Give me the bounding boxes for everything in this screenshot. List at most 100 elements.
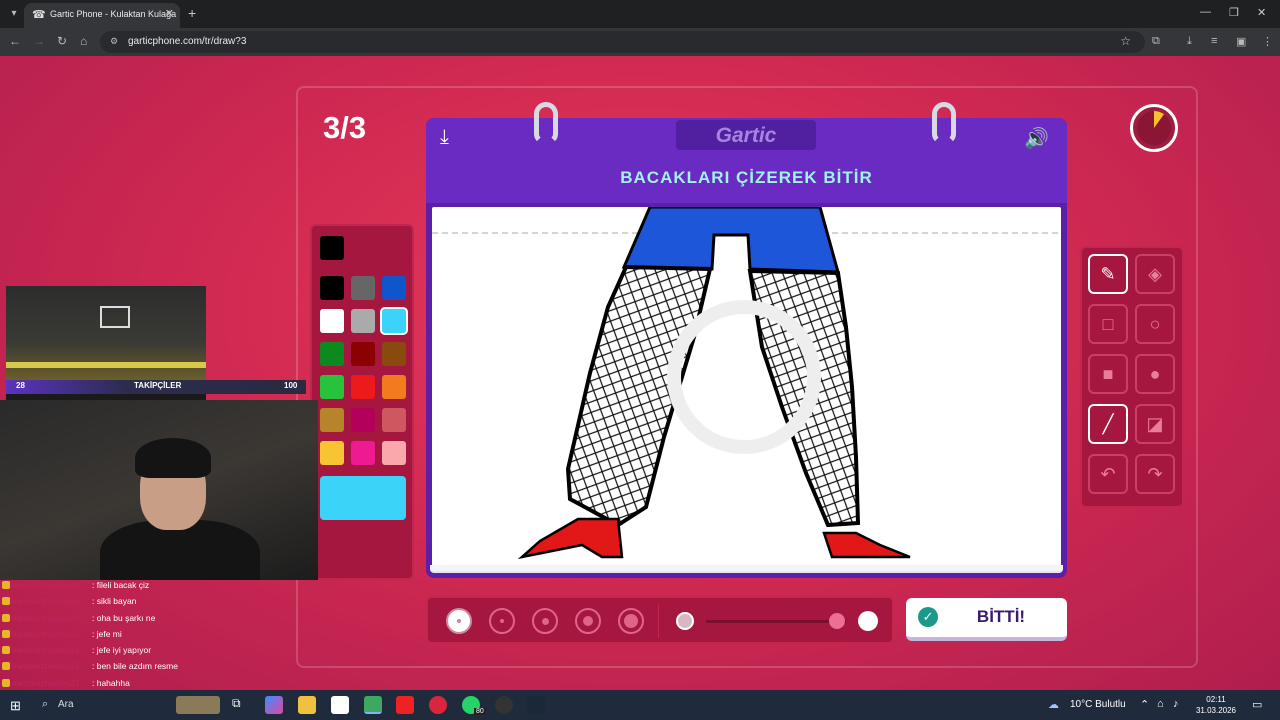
undo-tool[interactable]: ↶ [1088, 454, 1128, 494]
chat-badge-icon [2, 613, 10, 622]
tab-title: Gartic Phone - Kulaktan Kulağa [50, 9, 177, 19]
brush-size-4[interactable] [575, 608, 601, 634]
media-icon[interactable]: ≡ [1211, 35, 1217, 47]
chat-badge-icon [2, 678, 10, 687]
task-view-icon[interactable]: ⧉ [232, 696, 250, 714]
webcam-feed [0, 400, 318, 580]
download-icon[interactable]: ⤓ [1187, 35, 1192, 48]
binder-ring-left [534, 102, 558, 144]
new-tab-icon[interactable]: + [188, 5, 196, 21]
followers-current: 28 [16, 381, 25, 390]
reload-icon[interactable]: ↻ [57, 34, 67, 48]
tray-chevron-icon[interactable]: ⌃ [1140, 698, 1149, 711]
drawing-book: Gartic ⤓ 🔊 BACAKLARI ÇİZEREK BİTİR [426, 102, 1067, 578]
color-swatch[interactable] [320, 408, 344, 432]
browser-toolbar: ← → ↻ ⌂ ⚙ garticphone.com/tr/draw?3 ☆ ⧉ … [0, 28, 1280, 56]
drawing-canvas[interactable] [432, 207, 1061, 567]
gartic-logo: Gartic [715, 124, 777, 147]
line-tool[interactable]: ╱ [1088, 404, 1128, 444]
search-highlight-icon[interactable] [176, 696, 220, 714]
copilot-icon[interactable] [265, 696, 283, 714]
opacity-min-knob[interactable] [676, 612, 694, 630]
browser-tab[interactable]: ☎ Gartic Phone - Kulaktan Kulağa ✕ [24, 3, 180, 28]
color-swatch[interactable] [320, 342, 344, 366]
filled-ellipse-tool[interactable]: ● [1135, 354, 1175, 394]
color-swatch[interactable] [351, 276, 375, 300]
color-swatch[interactable] [380, 307, 408, 335]
chat-badge-icon [2, 662, 10, 671]
undo-icon: ↶ [1100, 463, 1116, 484]
windows-taskbar: ⊞ ⌕ Ara ⧉ 80 ☁ 10°C Bulutlu ⌃ ⌂ ♪ 02:11 … [0, 690, 1280, 720]
opacity-slider-knob[interactable] [829, 613, 845, 629]
chat-text: : oha bu şarkı ne [92, 612, 156, 623]
obs-icon[interactable] [495, 696, 513, 714]
forward-icon[interactable]: → [33, 34, 45, 48]
color-swatch[interactable] [382, 342, 406, 366]
rectangle-tool[interactable]: □ [1088, 304, 1128, 344]
volume-icon[interactable]: ♪ [1173, 698, 1179, 710]
color-swatch[interactable] [351, 309, 375, 333]
profile-icon[interactable]: ▣ [1236, 35, 1246, 48]
color-swatch[interactable] [351, 408, 375, 432]
color-swatch[interactable] [382, 276, 406, 300]
tab-close-icon[interactable]: ✕ [165, 7, 174, 20]
chrome-icon[interactable] [364, 696, 382, 714]
back-icon[interactable]: ← [9, 34, 21, 48]
address-bar[interactable]: ⚙ garticphone.com/tr/draw?3 ☆ [100, 31, 1145, 53]
notifications-icon[interactable]: ▭ [1252, 698, 1262, 711]
pencil-tool[interactable]: ✎ [1088, 254, 1128, 294]
drawing-artwork [432, 207, 1061, 560]
search-icon[interactable]: ⌕ [42, 698, 48, 711]
opacity-slider-track[interactable] [706, 620, 846, 623]
color-swatch[interactable] [351, 375, 375, 399]
followers-label: TAKİPÇİLER [134, 381, 182, 390]
tab-search-chevron-icon[interactable]: ▾ [6, 6, 22, 22]
chat-badge-icon [2, 646, 10, 655]
home-icon[interactable]: ⌂ [80, 34, 87, 48]
redo-tool[interactable]: ↷ [1135, 454, 1175, 494]
whatsapp-badge: 80 [474, 708, 486, 715]
extensions-icon[interactable]: ⧉ [1152, 35, 1160, 48]
network-icon[interactable]: ⌂ [1157, 698, 1164, 710]
follower-goal-bar: 28 TAKİPÇİLER 100 [6, 380, 306, 394]
site-info-icon[interactable]: ⚙ [110, 36, 118, 47]
restore-icon[interactable]: ❐ [1229, 6, 1239, 19]
color-swatch[interactable] [382, 408, 406, 432]
chat-text: : jefe mi [92, 628, 122, 639]
clock[interactable]: 02:11 31.03.2026 [1194, 694, 1238, 716]
chat-message: medmazhomes31: sikli bayan [0, 594, 300, 610]
menu-kebab-icon[interactable]: ⋮ [1262, 35, 1273, 48]
filled-rectangle-tool[interactable]: ■ [1088, 354, 1128, 394]
bookmark-star-icon[interactable]: ☆ [1120, 34, 1131, 48]
color-swatch[interactable] [351, 441, 375, 465]
eraser-tool[interactable]: ◈ [1135, 254, 1175, 294]
done-button[interactable]: ✓ BİTTİ! [906, 598, 1067, 641]
rectangle-filled-icon: ■ [1102, 363, 1114, 384]
youtube-icon[interactable] [396, 696, 414, 714]
brush-size-5[interactable] [618, 608, 644, 634]
ellipse-tool[interactable]: ○ [1135, 304, 1175, 344]
color-swatch[interactable] [382, 375, 406, 399]
brush-size-1[interactable] [446, 608, 472, 634]
color-swatch[interactable] [320, 309, 344, 333]
minimize-icon[interactable]: — [1200, 6, 1211, 18]
opera-gx-icon[interactable] [429, 696, 447, 714]
brush-size-2[interactable] [489, 608, 515, 634]
start-icon[interactable]: ⊞ [10, 698, 21, 714]
fill-tool[interactable]: ◪ [1135, 404, 1175, 444]
taskbar-search[interactable]: Ara [58, 699, 74, 710]
weather-text[interactable]: 10°C Bulutlu [1070, 699, 1126, 710]
store-icon[interactable] [331, 696, 349, 714]
line-icon: ╱ [1102, 413, 1114, 434]
download-drawing-icon[interactable]: ⤓ [440, 126, 464, 150]
color-swatch[interactable] [320, 375, 344, 399]
steam-icon[interactable] [527, 696, 545, 714]
window-close-icon[interactable]: ✕ [1257, 6, 1266, 19]
sound-icon[interactable]: 🔊 [1024, 126, 1052, 150]
color-swatch[interactable] [320, 441, 344, 465]
color-swatch[interactable] [351, 342, 375, 366]
color-swatch[interactable] [320, 276, 344, 300]
brush-size-3[interactable] [532, 608, 558, 634]
color-swatch[interactable] [382, 441, 406, 465]
file-explorer-icon[interactable] [298, 696, 316, 714]
